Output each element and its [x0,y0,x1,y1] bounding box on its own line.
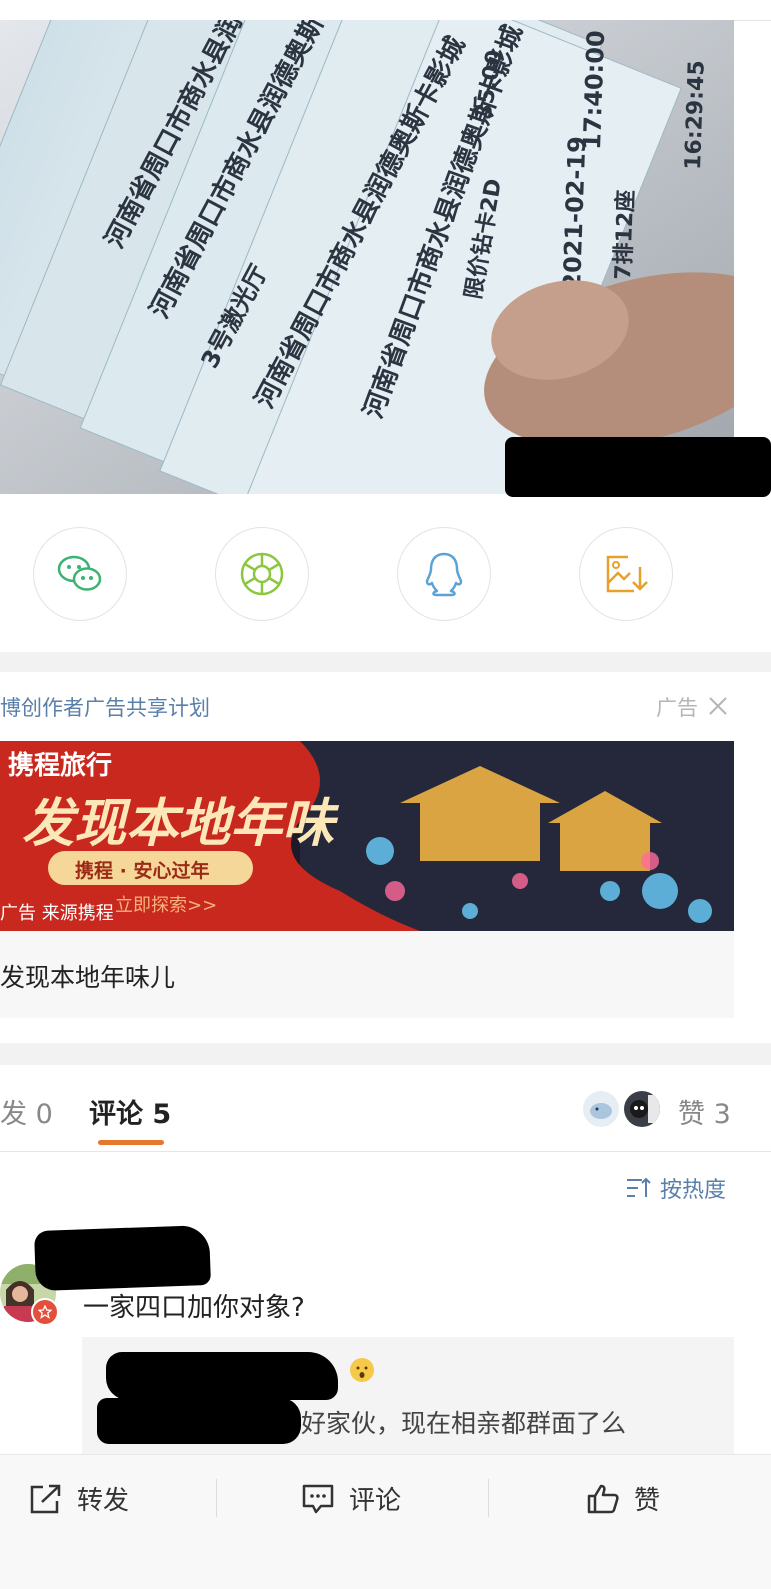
sort-label: 按热度 [660,1178,727,1203]
post-photo[interactable]: 河南省周口市商水县润德奥斯卡影城 河南省周口市商水县润德奥斯卡影城 河南省周口市… [0,20,734,494]
close-icon[interactable] [706,694,730,718]
liker-avatar[interactable] [583,1091,619,1127]
qq-icon [425,552,463,597]
ad-tag: 广告 [656,696,698,720]
toolbar-divider [488,1479,489,1517]
repost-label: 转发 [77,1486,130,1516]
comment-text: 一家四口加你对象? [83,1293,305,1323]
wechat-icon [57,555,102,591]
ad-pill: 携程 · 安心过年 [75,860,210,882]
ticket-text: 7排12座 [610,189,639,280]
redaction-mark [97,1398,301,1444]
redaction-mark [505,437,771,497]
share-moments-button[interactable] [215,527,309,621]
save-image-icon [606,555,648,593]
comment-label: 评论 [349,1486,402,1516]
repost-icon [30,1484,61,1513]
tab-like[interactable]: 赞 3 [678,1092,731,1131]
share-qq-button[interactable] [397,527,491,621]
tab-active-indicator [98,1140,164,1145]
redaction-mark [34,1224,211,1292]
verified-badge-icon [31,1298,59,1326]
reply-text: 好家伙，现在相亲都群面了么 [301,1409,627,1438]
comment-icon [302,1484,334,1513]
liker-avatar[interactable] [624,1091,660,1127]
section-gap [0,1043,771,1065]
redaction-mark [106,1352,338,1400]
tab-comment[interactable]: 评论 5 [89,1092,171,1131]
thumbs-up-icon [587,1484,619,1513]
moments-icon [240,552,284,596]
section-gap [0,652,771,672]
ticket-text: 17:40:00 [578,30,610,150]
like-button[interactable]: 赞 [586,1480,660,1517]
ad-plan-label[interactable]: 博创作者广告共享计划 [0,692,210,722]
like-label: 赞 [634,1486,661,1516]
ad-cta[interactable]: 立即探索>> [115,891,217,917]
tickets-illustration: 河南省周口市商水县润德奥斯卡影城 河南省周口市商水县润德奥斯卡影城 河南省周口市… [0,20,734,494]
toolbar-divider [216,1479,217,1517]
share-wechat-button[interactable] [33,527,127,621]
ad-source: 广告 来源携程 [0,903,114,924]
ad-brand: 携程旅行 [8,751,113,781]
ad-banner[interactable]: 携程旅行 发现本地年味 携程 · 安心过年 立即探索>> 广告 来源携程 [0,741,734,931]
tab-repost-label: 转发 0 [0,1099,53,1130]
repost-button[interactable]: 转发 [29,1480,129,1517]
save-image-button[interactable] [579,527,673,621]
tab-repost[interactable]: 转发 0 [0,1092,53,1131]
ad-caption-text: 发现本地年味儿 [0,963,176,992]
thinking-emoji-icon [350,1358,374,1382]
tab-divider [0,1151,771,1152]
comment-button[interactable]: 评论 [301,1480,401,1517]
ad-headline: 发现本地年味 [22,793,335,854]
ticket-text: 16:29:45 [681,60,710,170]
sort-button[interactable]: 按热度 [626,1172,726,1204]
sort-icon [627,1177,651,1197]
ticket-text: 2021-02-19 [558,136,591,290]
bottom-toolbar [0,1454,771,1589]
top-bar [0,0,771,21]
